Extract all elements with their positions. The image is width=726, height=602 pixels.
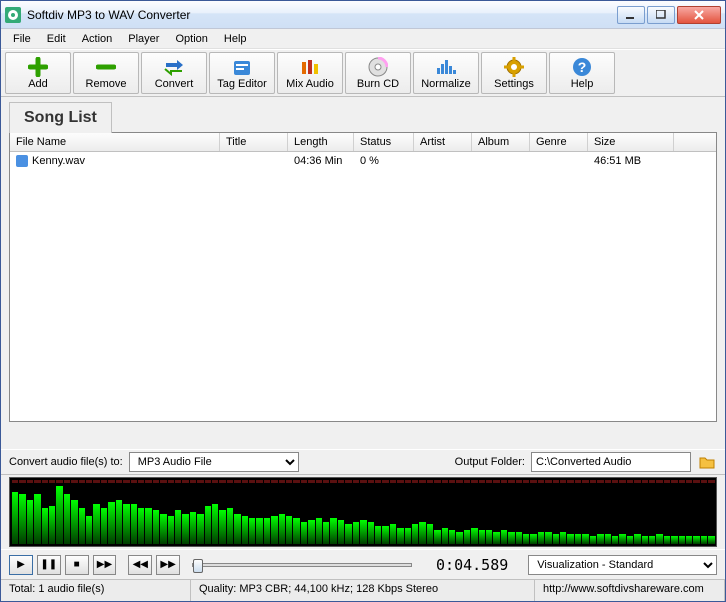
toolbar-help-button[interactable]: ?Help bbox=[549, 52, 615, 94]
player-controls: ▶ ❚❚ ■ ▶▶ ◀◀ ▶▶ 0:04.589 Visualization -… bbox=[1, 549, 725, 579]
convert-to-label: Convert audio file(s) to: bbox=[9, 456, 123, 468]
toolbar-tag-editor-button[interactable]: Tag Editor bbox=[209, 52, 275, 94]
menu-help[interactable]: Help bbox=[216, 31, 255, 47]
pause-button[interactable]: ❚❚ bbox=[37, 555, 61, 575]
visualization-select[interactable]: Visualization - Standard bbox=[528, 555, 717, 575]
menu-action[interactable]: Action bbox=[74, 31, 121, 47]
gear-icon bbox=[502, 57, 526, 77]
rewind-button[interactable]: ◀◀ bbox=[128, 555, 152, 575]
stop-button[interactable]: ■ bbox=[65, 555, 89, 575]
plus-icon bbox=[26, 57, 50, 77]
table-row[interactable]: Kenny.wav04:36 Min0 %46:51 MB bbox=[10, 152, 716, 170]
minimize-button[interactable] bbox=[617, 6, 645, 24]
seek-slider[interactable] bbox=[192, 563, 412, 567]
slider-thumb[interactable] bbox=[193, 559, 203, 573]
close-button[interactable] bbox=[677, 6, 721, 24]
output-folder-input[interactable] bbox=[531, 452, 691, 472]
statusbar: Total: 1 audio file(s) Quality: MP3 CBR;… bbox=[1, 579, 725, 601]
minus-icon bbox=[94, 57, 118, 77]
app-icon bbox=[5, 7, 21, 23]
column-header-genre[interactable]: Genre bbox=[530, 133, 588, 151]
maximize-button[interactable] bbox=[647, 6, 675, 24]
help-icon: ? bbox=[570, 57, 594, 77]
column-header-length[interactable]: Length bbox=[288, 133, 354, 151]
toolbar-mix-audio-button[interactable]: Mix Audio bbox=[277, 52, 343, 94]
songlist-body[interactable]: Kenny.wav04:36 Min0 %46:51 MB bbox=[10, 152, 716, 421]
column-header-size[interactable]: Size bbox=[588, 133, 674, 151]
menu-option[interactable]: Option bbox=[167, 31, 215, 47]
toolbar-settings-button[interactable]: Settings bbox=[481, 52, 547, 94]
songlist-table: File NameTitleLengthStatusArtistAlbumGen… bbox=[9, 132, 717, 422]
cd-icon bbox=[366, 57, 390, 77]
format-select[interactable]: MP3 Audio File bbox=[129, 452, 299, 472]
normalize-icon bbox=[434, 57, 458, 77]
toolbar-normalize-button[interactable]: Normalize bbox=[413, 52, 479, 94]
status-quality: Quality: MP3 CBR; 44,100 kHz; 128 Kbps S… bbox=[191, 580, 535, 601]
toolbar-convert-button[interactable]: Convert bbox=[141, 52, 207, 94]
menu-player[interactable]: Player bbox=[120, 31, 167, 47]
toolbar-add-button[interactable]: Add bbox=[5, 52, 71, 94]
next-button[interactable]: ▶▶ bbox=[93, 555, 117, 575]
toolbar: AddRemoveConvertTag EditorMix AudioBurn … bbox=[1, 49, 725, 97]
output-folder-label: Output Folder: bbox=[455, 456, 525, 468]
column-header-artist[interactable]: Artist bbox=[414, 133, 472, 151]
status-total: Total: 1 audio file(s) bbox=[1, 580, 191, 601]
window-title: Softdiv MP3 to WAV Converter bbox=[27, 8, 617, 22]
svg-text:?: ? bbox=[578, 59, 587, 75]
folder-icon bbox=[699, 455, 715, 469]
menu-edit[interactable]: Edit bbox=[39, 31, 74, 47]
browse-folder-button[interactable] bbox=[697, 453, 717, 471]
audio-visualizer bbox=[9, 477, 717, 547]
songlist-tab[interactable]: Song List bbox=[9, 102, 112, 133]
convert-icon bbox=[162, 57, 186, 77]
column-header-album[interactable]: Album bbox=[472, 133, 530, 151]
forward-button[interactable]: ▶▶ bbox=[156, 555, 180, 575]
convert-bar: Convert audio file(s) to: MP3 Audio File… bbox=[1, 449, 725, 475]
column-header-title[interactable]: Title bbox=[220, 133, 288, 151]
column-header-status[interactable]: Status bbox=[354, 133, 414, 151]
tag-icon bbox=[230, 57, 254, 77]
timecode: 0:04.589 bbox=[436, 556, 508, 574]
column-header-file-name[interactable]: File Name bbox=[10, 133, 220, 151]
toolbar-remove-button[interactable]: Remove bbox=[73, 52, 139, 94]
menubar: File Edit Action Player Option Help bbox=[1, 29, 725, 49]
mix-icon bbox=[298, 57, 322, 77]
status-url: http://www.softdivshareware.com bbox=[535, 580, 725, 601]
file-icon bbox=[16, 155, 28, 167]
menu-file[interactable]: File bbox=[5, 31, 39, 47]
titlebar: Softdiv MP3 to WAV Converter bbox=[1, 1, 725, 29]
play-button[interactable]: ▶ bbox=[9, 555, 33, 575]
toolbar-burn-cd-button[interactable]: Burn CD bbox=[345, 52, 411, 94]
